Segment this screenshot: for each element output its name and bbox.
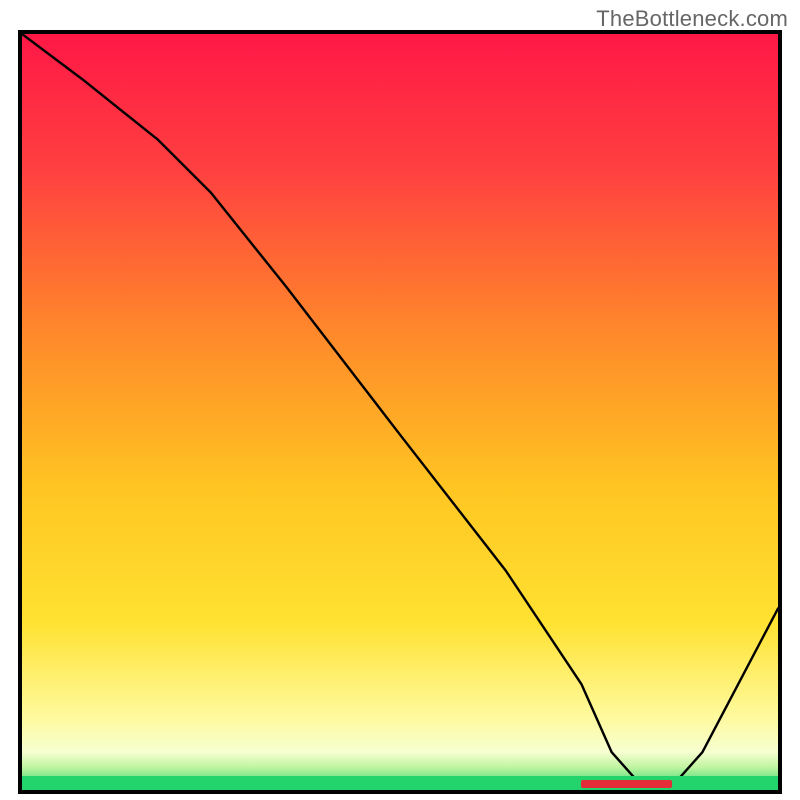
watermark-text: TheBottleneck.com xyxy=(596,6,788,32)
root: TheBottleneck.com xyxy=(0,0,800,800)
chart-frame xyxy=(18,30,782,794)
bottleneck-curve xyxy=(22,34,778,790)
chart-plot-area xyxy=(22,34,778,790)
curve-path xyxy=(22,34,778,786)
optimal-range-marker xyxy=(581,780,672,788)
